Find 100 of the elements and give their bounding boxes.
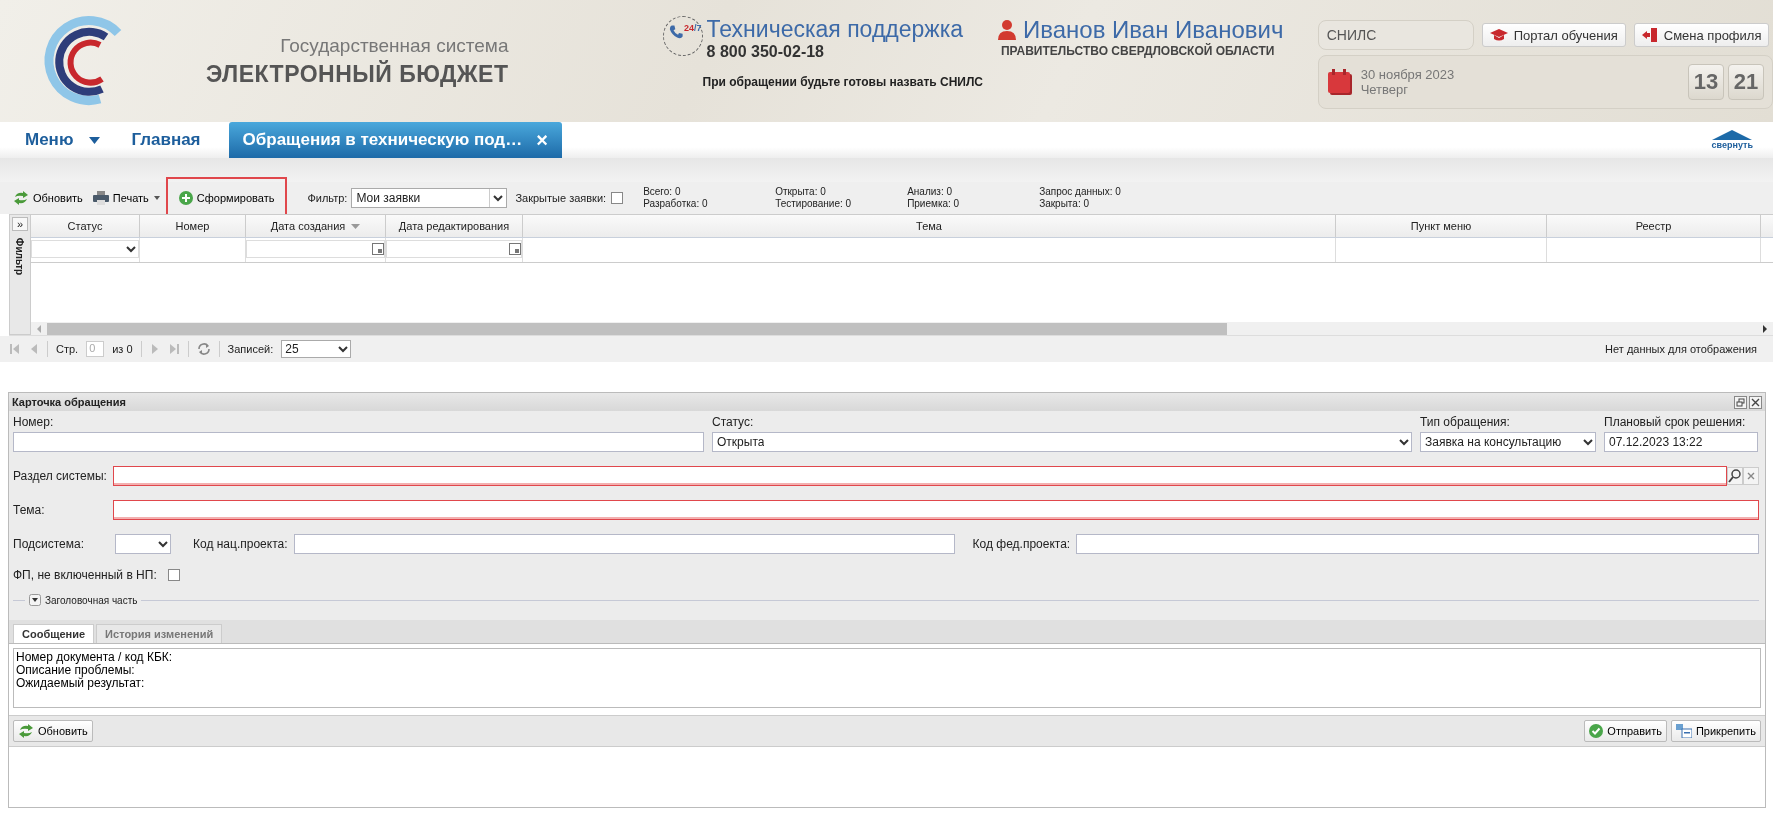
records-per-page-dropdown[interactable]: 25 [281, 340, 352, 358]
refresh-button[interactable]: Обновить [8, 187, 88, 209]
print-button[interactable]: Печать [87, 187, 154, 209]
closed-requests-label: Закрытые заявки: [515, 192, 607, 204]
status-counter: Приемка: 0 [907, 198, 961, 210]
national-project-code-field[interactable] [293, 534, 955, 554]
user-name[interactable]: Иванов Иван Иванович [1022, 16, 1284, 44]
close-icon[interactable] [1749, 395, 1762, 409]
current-date: 30 ноября 2023 [1360, 67, 1455, 82]
search-icon[interactable] [1727, 467, 1743, 485]
caret-icon [89, 136, 101, 144]
column-header[interactable]: Дата создания [246, 215, 386, 237]
field-label: Тема: [13, 503, 46, 517]
closed-requests-checkbox[interactable] [611, 192, 624, 204]
collapse-triangle-icon [1712, 130, 1753, 140]
header-section-toggle[interactable]: Заголовочная часть [45, 594, 138, 606]
calendar-icon [1326, 68, 1353, 96]
column-header[interactable]: Реестр [1547, 215, 1761, 237]
page-label: Стр. [56, 343, 79, 355]
close-tab-button[interactable]: × [536, 128, 548, 152]
snils-field[interactable]: СНИЛС [1317, 20, 1474, 50]
number-field[interactable] [13, 432, 704, 452]
topic-field[interactable] [113, 500, 1759, 520]
status-dropdown[interactable]: Открыта [712, 432, 1412, 452]
clock-minutes: 21 [1728, 64, 1764, 100]
column-filter-date-field[interactable] [386, 240, 522, 258]
home-link[interactable]: Главная [131, 130, 201, 150]
column-header[interactable]: Пункт меню [1336, 215, 1547, 237]
plus-circle-icon [178, 191, 193, 205]
exit-door-icon [1641, 28, 1658, 42]
support-title: Техническая поддержка [706, 16, 964, 43]
user-icon [996, 19, 1017, 41]
filter-side-panel[interactable]: » Фильтр [9, 214, 31, 335]
filter-dropdown[interactable]: Мои заявки [351, 188, 508, 208]
page-count: из 0 [112, 343, 133, 355]
graduation-cap-icon [1489, 29, 1508, 41]
refresh-icon [13, 191, 29, 205]
sort-arrow-icon[interactable] [351, 223, 361, 229]
restore-window-icon[interactable] [1734, 395, 1747, 409]
send-button[interactable]: Отправить [1584, 720, 1667, 742]
tab-title[interactable]: Обращения в техническую под… [242, 130, 523, 150]
status-counter: Запрос данных: 0 [1039, 186, 1122, 198]
expand-filter-button[interactable]: » [12, 217, 28, 231]
reload-icon[interactable] [196, 342, 211, 356]
field-label: Код фед.проекта: [972, 537, 1071, 551]
pager-status: Нет данных для отображения [1605, 343, 1757, 355]
field-label: Номер: [13, 415, 55, 429]
fp-excluded-checkbox[interactable] [167, 569, 180, 581]
scroll-right-icon[interactable] [1761, 324, 1769, 333]
refresh-icon [18, 724, 34, 738]
filter-label: Фильтр: [307, 192, 348, 204]
system-title: ЭЛЕКТРОННЫЙ БЮДЖЕТ [206, 60, 509, 88]
caret-icon[interactable] [153, 196, 160, 200]
date-picker-icon[interactable] [372, 243, 384, 255]
message-field[interactable]: Номер документа / код КБК: Описание проблемы: Ожидаемый результат: [13, 648, 1761, 708]
status-counter: Тестирование: 0 [775, 198, 853, 210]
horizontal-scrollbar[interactable] [31, 322, 1773, 335]
tab[interactable]: История изменений [96, 624, 223, 643]
clock-hours: 13 [1688, 64, 1724, 100]
status-counter: Открыта: 0 [775, 186, 827, 198]
column-filter-date-field[interactable] [246, 240, 385, 258]
status-counter: Закрыта: 0 [1039, 198, 1090, 210]
field-label: Плановый срок решения: [1604, 415, 1747, 429]
column-header[interactable]: Номер [140, 215, 246, 237]
system-subtitle: Государственная система [280, 34, 509, 57]
field-label: ФП, не включенный в НП: [13, 568, 157, 582]
menu-button[interactable]: Меню [25, 130, 74, 150]
attach-document-icon [1675, 724, 1692, 738]
switch-profile-button[interactable]: Смена профиля [1633, 23, 1770, 47]
status-counter: Анализ: 0 [907, 186, 953, 198]
check-circle-icon [1589, 724, 1604, 738]
support-phone: 8 800 350-02-18 [706, 43, 825, 61]
expand-icon[interactable] [29, 594, 41, 606]
column-header[interactable]: Статус [31, 215, 140, 237]
organization-name: ПРАВИТЕЛЬСТВО СВЕРДЛОВСКОЙ ОБЛАСТИ [1000, 44, 1276, 58]
collapse-link[interactable]: свернуть [1711, 140, 1753, 150]
printer-icon [92, 191, 109, 205]
field-label: Код нац.проекта: [193, 537, 288, 551]
date-picker-icon[interactable] [509, 243, 521, 255]
column-header[interactable]: Тема [523, 215, 1336, 237]
system-section-field[interactable] [113, 466, 1727, 486]
field-label: Подсистема: [13, 537, 86, 551]
status-counter: Всего: 0 [643, 186, 682, 198]
status-counter: Разработка: 0 [643, 198, 709, 210]
learning-portal-button[interactable]: Портал обучения [1481, 23, 1626, 47]
field-label: Тип обращения: [1420, 415, 1511, 429]
refresh-button[interactable]: Обновить [13, 720, 93, 742]
field-label: Статус: [712, 415, 755, 429]
page-tab[interactable]: Обращения в техническую под… × [228, 122, 562, 158]
tab[interactable]: Сообщение [13, 624, 95, 643]
records-label: Записей: [227, 343, 274, 355]
filter-side-label: Фильтр [14, 237, 26, 276]
column-header[interactable]: Дата редактирования [386, 215, 523, 237]
federal-project-code-field[interactable] [1076, 534, 1759, 554]
create-button[interactable]: Сформировать [173, 187, 280, 209]
deadline-field[interactable]: 07.12.2023 13:22 [1604, 432, 1758, 452]
attach-button[interactable]: Прикрепить [1670, 720, 1761, 742]
request-type-dropdown[interactable]: Заявка на консультацию [1420, 432, 1596, 452]
current-weekday: Четверг [1360, 82, 1410, 97]
panel-title: Карточка обращения [12, 396, 126, 408]
